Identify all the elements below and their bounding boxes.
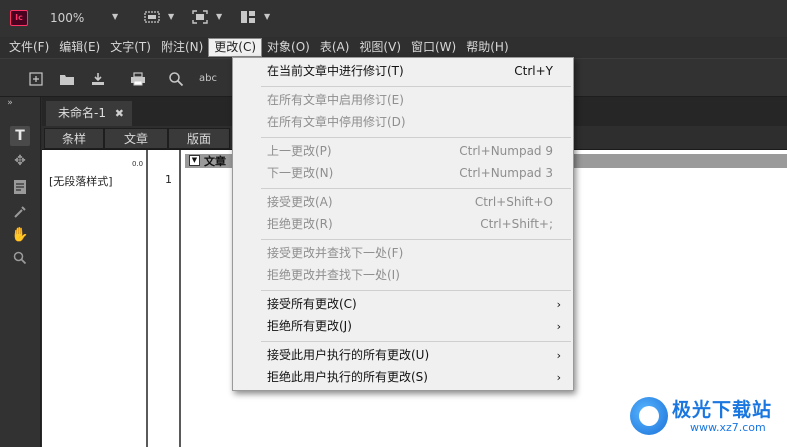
menu-notes[interactable]: 附注(N) [156,38,208,57]
line-number: 1 [165,173,172,186]
find-icon[interactable] [168,71,184,87]
position-tool-icon[interactable]: ✥ [10,151,30,171]
column-divider [179,150,181,447]
paragraph-style-label: [无段落样式] [49,175,113,188]
watermark-logo-icon [630,397,668,435]
menu-item-reject-and-find-next[interactable]: 拒绝更改并查找下一处(I) [233,265,573,286]
view-options-icon[interactable] [144,10,160,24]
print-icon[interactable] [130,71,146,87]
menu-help[interactable]: 帮助(H) [461,38,513,57]
column-divider [146,150,148,447]
menu-item-reject-change[interactable]: 拒绝更改(R) Ctrl+Shift+; [233,214,573,235]
depth-ruler-value: 0.0 [132,160,144,168]
arrange-documents-icon[interactable] [240,10,256,24]
menu-table[interactable]: 表(A) [315,38,355,57]
zoom-tool-icon[interactable] [10,248,30,268]
menu-separator [261,290,571,291]
menu-item-accept-all-by-user[interactable]: 接受此用户执行的所有更改(U) › [233,345,573,366]
menu-edit[interactable]: 编辑(E) [54,38,105,57]
submenu-arrow-icon: › [556,298,561,311]
changes-menu-dropdown: 在当前文章中进行修订(T) Ctrl+Y 在所有文章中启用修订(E) 在所有文章中… [232,57,574,391]
menu-item-accept-and-find-next[interactable]: 接受更改并查找下一处(F) [233,243,573,264]
menu-changes[interactable]: 更改(C) [208,38,263,57]
menu-file[interactable]: 文件(F) [4,38,54,57]
menu-type[interactable]: 文字(T) [105,38,156,57]
hand-tool-icon[interactable]: ✋ [10,225,30,245]
menu-item-accept-all-changes[interactable]: 接受所有更改(C) › [233,294,573,315]
menu-item-enable-tracking-all-stories[interactable]: 在所有文章中启用修订(E) [233,90,573,111]
tools-panel: » T ✥ ✋ [0,97,41,447]
screen-mode-icon[interactable] [192,10,208,24]
watermark-title: 极光下载站 [672,399,773,421]
panel-collapse-icon[interactable]: » [4,97,16,109]
story-header-label: 文章 [204,155,226,168]
eyedropper-tool-icon[interactable] [10,202,30,222]
watermark-url: www.xz7.com [690,421,766,434]
menu-bar: 文件(F) 编辑(E) 文字(T) 附注(N) 更改(C) 对象(O) 表(A)… [0,37,787,58]
screen-mode-chevron-icon[interactable]: ▼ [216,12,222,21]
menu-separator [261,86,571,87]
type-tool-icon[interactable]: T [10,126,30,146]
submenu-arrow-icon: › [556,320,561,333]
menu-item-next-change[interactable]: 下一更改(N) Ctrl+Numpad 3 [233,163,573,184]
zoom-level[interactable]: 100% [50,11,84,25]
menu-view[interactable]: 视图(V) [354,38,406,57]
document-tab-title: 未命名-1 [58,106,106,120]
spell-check-icon[interactable]: abc [198,71,218,87]
menu-object[interactable]: 对象(O) [262,38,315,57]
menu-separator [261,188,571,189]
document-tab[interactable]: 未命名-1 ✖ [46,101,132,126]
close-tab-icon[interactable]: ✖ [115,101,124,126]
incopy-app-icon: Ic [10,10,28,26]
menu-item-disable-tracking-all-stories[interactable]: 在所有文章中停用修订(D) [233,112,573,133]
note-tool-icon[interactable] [10,177,30,197]
menu-separator [261,239,571,240]
submenu-arrow-icon: › [556,371,561,384]
arrange-documents-chevron-icon[interactable]: ▼ [264,12,270,21]
title-bar: Ic 100% ▼ ▼ ▼ ▼ [0,0,787,37]
save-icon[interactable] [90,71,106,87]
menu-separator [261,137,571,138]
menu-item-accept-change[interactable]: 接受更改(A) Ctrl+Shift+O [233,192,573,213]
tab-layout[interactable]: 版面 [168,128,230,149]
menu-window[interactable]: 窗口(W) [406,38,461,57]
new-document-icon[interactable] [28,71,44,87]
open-folder-icon[interactable] [59,71,75,87]
watermark: 极光下载站 www.xz7.com [630,395,780,440]
menu-item-reject-all-by-user[interactable]: 拒绝此用户执行的所有更改(S) › [233,367,573,388]
menu-item-track-changes-current-story[interactable]: 在当前文章中进行修订(T) Ctrl+Y [233,61,573,82]
view-options-chevron-icon[interactable]: ▼ [168,12,174,21]
menu-separator [261,341,571,342]
collapse-story-icon[interactable]: ▼ [189,155,200,166]
tab-galley[interactable]: 条样 [44,128,104,149]
tab-story[interactable]: 文章 [104,128,168,149]
menu-item-reject-all-changes[interactable]: 拒绝所有更改(J) › [233,316,573,337]
menu-item-previous-change[interactable]: 上一更改(P) Ctrl+Numpad 9 [233,141,573,162]
submenu-arrow-icon: › [556,349,561,362]
zoom-dropdown-chevron-icon[interactable]: ▼ [112,12,118,21]
